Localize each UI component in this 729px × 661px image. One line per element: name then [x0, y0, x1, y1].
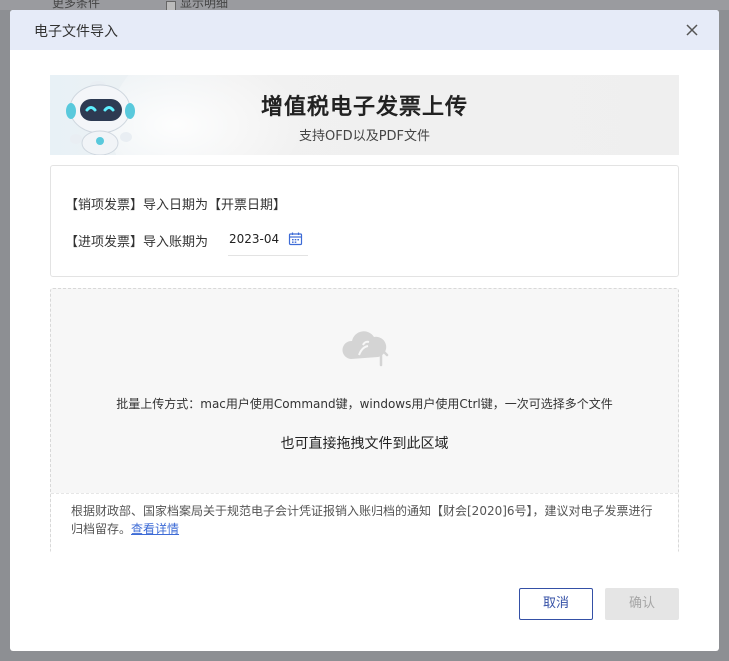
close-button[interactable] — [683, 21, 701, 39]
background-toolbar — [0, 0, 729, 10]
dialog-header: 电子文件导入 — [10, 10, 719, 50]
close-icon — [686, 24, 698, 36]
period-value: 2023-04 — [229, 232, 280, 246]
sales-invoice-rule: 【销项发票】导入日期为【开票日期】 — [65, 198, 287, 213]
dialog-title: 电子文件导入 — [34, 24, 118, 40]
batch-upload-hint: 批量上传方式：mac用户使用Command键，windows用户使用Ctrl键，… — [116, 397, 613, 411]
drop-area[interactable]: 批量上传方式：mac用户使用Command键，windows用户使用Ctrl键，… — [51, 289, 678, 493]
banner-subtitle: 支持OFD以及PDF文件 — [298, 129, 431, 144]
view-details-link[interactable]: 查看详情 — [131, 522, 179, 536]
upload-banner: 增值税电子发票上传 支持OFD以及PDF文件 — [50, 75, 679, 155]
drag-drop-hint: 也可直接拖拽文件到此区域 — [280, 436, 449, 452]
cloud-upload-icon — [342, 331, 389, 367]
import-settings-panel: 【销项发票】导入日期为【开票日期】 【进项发票】导入账期为 2023-04 — [50, 165, 679, 277]
archive-notice: 根据财政部、国家档案局关于规范电子会计凭证报销入账归档的通知【财会[2020]6… — [51, 493, 678, 553]
purchase-invoice-label: 【进项发票】导入账期为 — [65, 235, 209, 250]
import-dialog: 电子文件导入 增值税电子发票上传 支持OFD以及PDF文件 【销项发票】导入日期… — [10, 10, 719, 651]
confirm-button[interactable]: 确认 — [605, 588, 679, 620]
period-date-picker[interactable]: 2023-04 — [228, 224, 308, 256]
calendar-icon — [288, 232, 303, 246]
cancel-button[interactable]: 取消 — [519, 588, 593, 620]
banner-title: 增值税电子发票上传 — [260, 95, 468, 120]
file-drop-zone[interactable]: 批量上传方式：mac用户使用Command键，windows用户使用Ctrl键，… — [50, 288, 679, 553]
